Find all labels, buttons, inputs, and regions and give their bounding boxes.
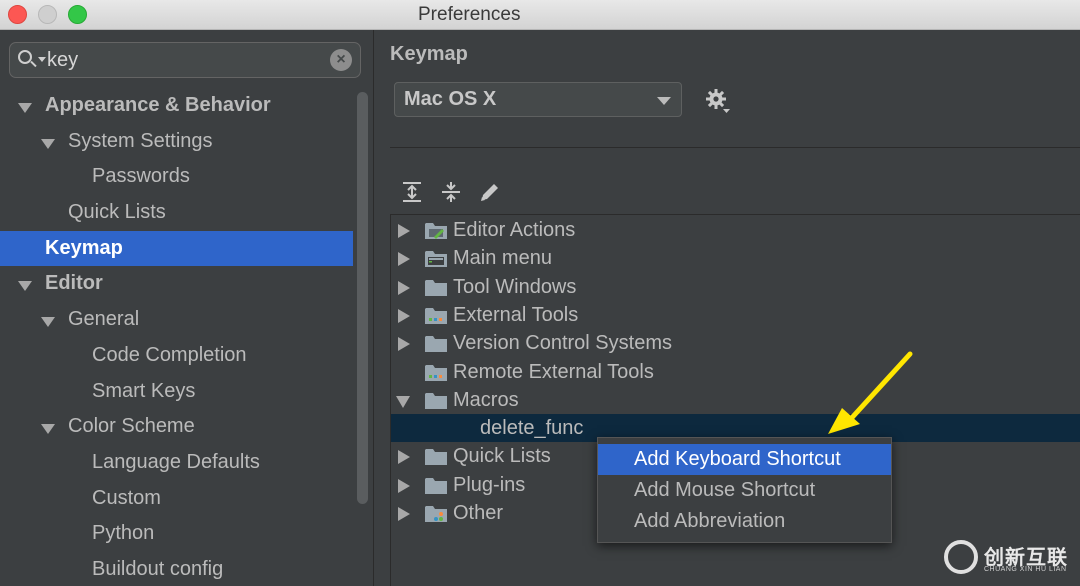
keymap-scheme-value: Mac OS X <box>404 88 497 110</box>
divider <box>390 147 1080 148</box>
folder-icon <box>425 336 447 353</box>
clear-search-icon[interactable]: × <box>330 49 352 71</box>
sidebar-item-label: Color Scheme <box>68 415 195 438</box>
expand-arrow-icon[interactable] <box>41 424 55 435</box>
keymap-scheme-select[interactable]: Mac OS X <box>394 82 682 117</box>
chevron-right-icon[interactable] <box>398 507 410 521</box>
chevron-right-icon[interactable] <box>398 252 410 267</box>
watermark-logo-icon <box>944 540 978 574</box>
sidebar-item-editor[interactable]: Editor <box>0 266 374 302</box>
keymap-item-label: Macros <box>453 388 519 411</box>
sidebar-item-general[interactable]: General <box>0 302 374 338</box>
sidebar-item-buildout-config[interactable]: Buildout config <box>0 552 374 586</box>
keymap-item-label: Main menu <box>453 247 552 270</box>
keymap-item-label: delete_func <box>480 417 584 440</box>
search-input[interactable] <box>47 46 327 74</box>
window-title-bar: Preferences <box>0 0 1080 30</box>
sidebar-item-code-completion[interactable]: Code Completion <box>0 338 374 374</box>
main-menu-icon <box>425 251 447 268</box>
sidebar-item-smart-keys[interactable]: Smart Keys <box>0 374 374 410</box>
sidebar-item-color-scheme[interactable]: Color Scheme <box>0 409 374 445</box>
folder-icon <box>425 392 447 409</box>
keymap-item-label: Tool Windows <box>453 275 577 298</box>
sidebar-item-label: Smart Keys <box>92 379 196 402</box>
other-icon <box>425 506 447 522</box>
edit-icon[interactable] <box>478 180 502 204</box>
folder-icon <box>425 279 447 296</box>
menu-item-add-abbreviation[interactable]: Add Abbreviation <box>598 506 891 537</box>
watermark-subtext: CHUANG XIN HU LIAN <box>984 566 1067 573</box>
chevron-right-icon[interactable] <box>398 478 410 493</box>
sidebar-item-quick-lists[interactable]: Quick Lists <box>0 195 374 231</box>
expand-arrow-icon[interactable] <box>41 317 55 328</box>
folder-icon <box>425 449 447 466</box>
keymap-item-label: Editor Actions <box>453 219 576 241</box>
keymap-group-tool-windows[interactable]: Tool Windows <box>391 273 1080 301</box>
annotation-arrow-icon <box>828 351 913 434</box>
page-title: Keymap <box>390 43 468 65</box>
chevron-right-icon[interactable] <box>398 337 410 352</box>
sidebar-item-custom[interactable]: Custom <box>0 481 374 517</box>
search-icon <box>18 50 32 64</box>
chevron-right-icon[interactable] <box>398 450 410 465</box>
keymap-item-label: Quick Lists <box>453 445 551 468</box>
sidebar-item-label: Passwords <box>92 165 190 188</box>
sidebar-item-appearance-behavior[interactable]: Appearance & Behavior <box>0 88 374 124</box>
sidebar-item-language-defaults[interactable]: Language Defaults <box>0 445 374 481</box>
sidebar-item-system-settings[interactable]: System Settings <box>0 124 374 160</box>
sidebar-item-label: Buildout config <box>92 557 224 580</box>
collapse-all-icon[interactable] <box>439 180 463 204</box>
folder-icon <box>425 477 447 494</box>
sidebar-item-label: System Settings <box>68 129 213 152</box>
context-menu: Add Keyboard Shortcut Add Mouse Shortcut A… <box>597 437 892 543</box>
chevron-down-icon <box>657 97 671 105</box>
expand-arrow-icon[interactable] <box>18 281 32 292</box>
keymap-item-label: Other <box>453 502 504 524</box>
sidebar-item-passwords[interactable]: Passwords <box>0 159 374 195</box>
menu-item-add-keyboard-shortcut[interactable]: Add Keyboard Shortcut <box>598 444 891 475</box>
expand-arrow-icon[interactable] <box>18 103 32 113</box>
keymap-group-external-tools[interactable]: External Tools <box>391 301 1080 329</box>
sidebar-item-label: Language Defaults <box>92 450 260 473</box>
keymap-group-editor-actions[interactable]: Editor Actions <box>391 216 1080 244</box>
sidebar-item-label: Custom <box>92 486 161 509</box>
sidebar-item-keymap[interactable]: Keymap <box>0 230 353 267</box>
settings-search-box[interactable]: × <box>9 42 361 78</box>
gear-icon[interactable] <box>705 88 731 114</box>
editor-actions-icon <box>425 223 447 239</box>
sidebar-item-label: Quick Lists <box>68 201 166 224</box>
sidebar-item-label: Python <box>92 522 155 545</box>
remote-tools-icon <box>425 364 447 381</box>
expand-arrow-icon[interactable] <box>41 138 55 149</box>
chevron-right-icon[interactable] <box>398 308 410 323</box>
keymap-item-label: Plug-ins <box>453 473 526 496</box>
window-title: Preferences <box>418 4 521 25</box>
sidebar-item-label: Editor <box>45 272 103 295</box>
chevron-right-icon[interactable] <box>398 224 410 238</box>
keymap-group-main-menu[interactable]: Main menu <box>391 244 1080 272</box>
sidebar-scrollbar[interactable] <box>357 92 368 504</box>
sidebar-item-label: General <box>68 308 140 331</box>
chevron-right-icon[interactable] <box>398 280 410 295</box>
sidebar-item-label: Keymap <box>45 236 123 259</box>
expand-all-icon[interactable] <box>400 180 424 204</box>
keymap-group-remote-external-tools[interactable]: Remote External Tools <box>391 358 1080 386</box>
keymap-group-macros[interactable]: Macros <box>391 386 1080 414</box>
sidebar-item-label: Code Completion <box>92 343 247 366</box>
settings-sidebar: × Appearance & Behavior System Settings Pa… <box>0 30 374 586</box>
search-history-dropdown-icon[interactable] <box>38 57 46 62</box>
sidebar-item-python[interactable]: Python <box>0 516 374 552</box>
menu-item-add-mouse-shortcut[interactable]: Add Mouse Shortcut <box>598 475 891 506</box>
keymap-item-label: Remote External Tools <box>453 360 654 383</box>
sidebar-item-label: Appearance & Behavior <box>45 94 271 116</box>
chevron-down-icon[interactable] <box>396 395 410 408</box>
external-tools-icon <box>425 307 447 324</box>
keymap-item-label: Version Control Systems <box>453 332 672 355</box>
keymap-item-label: External Tools <box>453 303 579 326</box>
keymap-group-version-control-systems[interactable]: Version Control Systems <box>391 329 1080 357</box>
settings-tree: Appearance & Behavior System Settings Pass… <box>0 88 374 586</box>
watermark: 创新互联 CHUANG XIN HU LIAN <box>944 540 1080 580</box>
